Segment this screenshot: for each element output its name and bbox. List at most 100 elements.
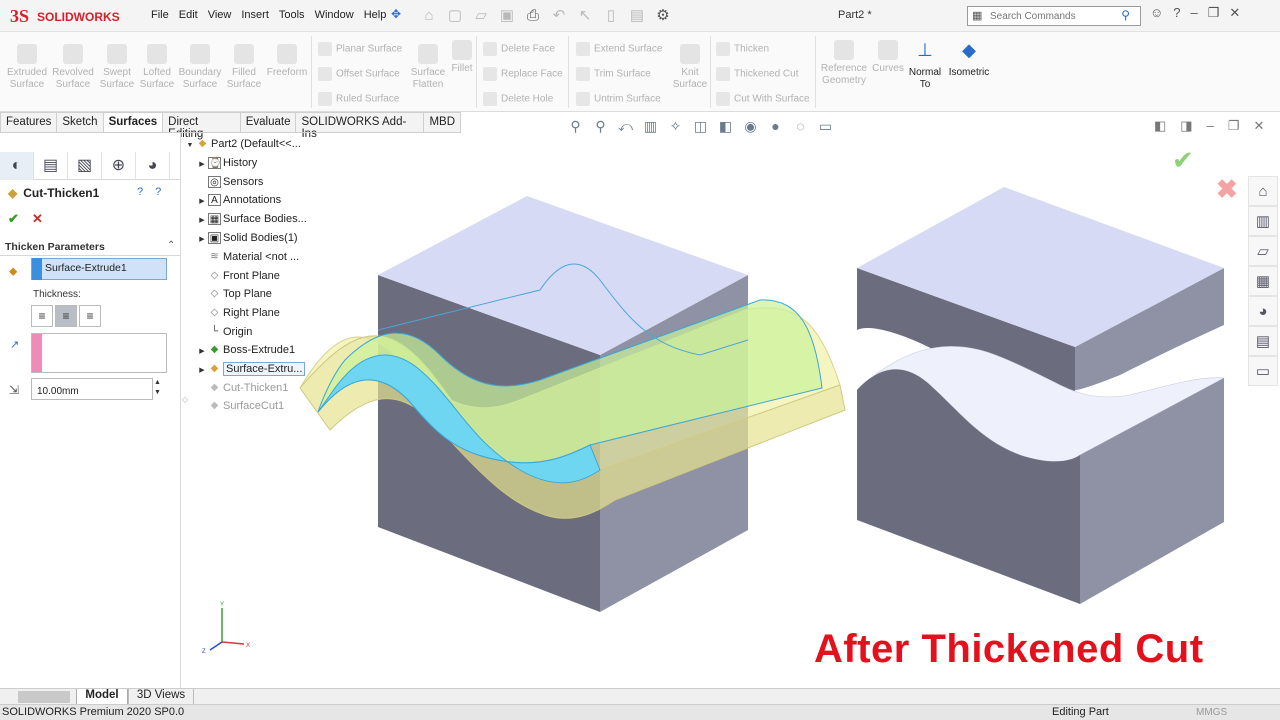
tab-features[interactable]: Features [0,112,58,133]
replace-face-button[interactable]: Replace Face [483,67,563,81]
menu-file[interactable]: File [146,9,174,21]
search-scope-icon[interactable]: ▦ [972,9,982,22]
search-icon[interactable]: ⚲ [1121,8,1130,22]
thicken-side1-button[interactable]: ≡ [31,305,53,327]
manager-tabs: ◐ ▤ ▧ ⊕ ◕ [0,152,181,180]
help-icon[interactable]: ? [1173,5,1180,21]
print-icon[interactable]: ⎙ [522,5,544,27]
curves-button[interactable]: Curves [871,40,905,75]
undo-icon[interactable]: ↶ [548,5,570,27]
menu-help[interactable]: Help [359,9,392,21]
thickness-input[interactable] [31,378,153,400]
save-icon[interactable]: ▣ [496,5,518,27]
tab-surfaces[interactable]: Surfaces [102,112,164,133]
file-properties-icon[interactable]: ▤ [626,5,648,27]
tab-sketch[interactable]: Sketch [56,112,104,133]
tab-direct-editing[interactable]: Direct Editing [162,112,241,140]
options-gear-icon[interactable]: ⚙ [652,5,674,27]
menu-edit[interactable]: Edit [174,9,203,21]
planar-surface-button[interactable]: Planar Surface [318,42,402,56]
user-icon[interactable]: ☺ [1150,5,1163,21]
cancel-x-button[interactable]: ✕ [32,211,43,227]
thickened-cut-button[interactable]: Thickened Cut [716,67,798,81]
search-input[interactable] [990,7,1110,25]
minimize-icon[interactable]: – [1191,5,1198,21]
viewport-minimize-icon[interactable]: – [1207,118,1214,134]
design-library-icon[interactable]: ▥ [1248,206,1278,236]
lofted-surface-button[interactable]: Lofted Surface [137,44,177,91]
menu-window[interactable]: Window [310,9,359,21]
extruded-surface-button[interactable]: Extruded Surface [6,44,48,91]
solidworks-resources-icon[interactable]: ⌂ [1248,176,1278,206]
boundary-surface-button[interactable]: Boundary Surface [178,44,222,91]
untrim-surface-button[interactable]: Untrim Surface [576,92,661,106]
new-document-icon[interactable]: ▢ [444,5,466,27]
home-icon[interactable]: ⌂ [418,5,440,27]
tab-solidworks-add-ins[interactable]: SOLIDWORKS Add-Ins [295,112,425,140]
help-circle-icon[interactable]: ? [155,186,161,198]
delete-face-button[interactable]: Delete Face [483,42,555,56]
tab-model[interactable]: Model [76,689,128,705]
thicken-parameters-header[interactable]: Thicken Parameters [5,241,105,253]
restore-icon[interactable]: ❐ [1208,5,1220,21]
trim-surface-button[interactable]: Trim Surface [576,67,651,81]
viewport-split-left-icon[interactable]: ◧ [1154,118,1166,134]
delete-hole-button[interactable]: Delete Hole [483,92,553,106]
confirm-check-icon[interactable]: ✔ [1172,145,1194,176]
select-icon[interactable]: ↖ [574,5,596,27]
custom-properties-icon[interactable]: ▤ [1248,326,1278,356]
thicken-side2-button[interactable]: ≡ [79,305,101,327]
menu-view[interactable]: View [203,9,237,21]
lofted-surface-icon [147,44,167,64]
whats-wrong-icon[interactable]: ? [137,186,143,198]
menu-tools[interactable]: Tools [274,9,310,21]
freeform-button[interactable]: Freeform [265,44,309,79]
fillet-button[interactable]: Fillet [449,40,475,75]
normal-to-button[interactable]: ⊥ Normal To [906,41,944,91]
cut-with-surface-button[interactable]: Cut With Surface [716,92,810,106]
viewport-restore-icon[interactable]: ❐ [1228,118,1240,134]
forum-icon[interactable]: ▭ [1248,356,1278,386]
swept-surface-button[interactable]: Swept Surface [97,44,137,91]
search-commands[interactable]: ▦ ⚲ [967,6,1141,26]
surface-selection-box[interactable]: Surface-Extrude1 [31,258,167,280]
viewport-split-right-icon[interactable]: ◨ [1180,118,1192,134]
open-icon[interactable]: ▱ [470,5,492,27]
viewport-close-icon[interactable]: ✕ [1253,118,1264,134]
isometric-button[interactable]: ◆ Isometric [946,41,992,79]
thicken-button[interactable]: Thicken [716,42,769,56]
revolved-surface-button[interactable]: Revolved Surface [52,44,94,91]
ok-check-button[interactable]: ✔ [8,211,19,227]
view-palette-icon[interactable]: ▦ [1248,266,1278,296]
tab-mbd[interactable]: MBD [423,112,461,133]
dimxpert-icon[interactable]: ⊕ [102,152,136,180]
menu-insert[interactable]: Insert [236,9,274,21]
file-explorer-icon[interactable]: ▱ [1248,236,1278,266]
filled-surface-button[interactable]: Filled Surface [224,44,264,91]
solidworks-logo[interactable]: 3S SOLIDWORKS [10,4,130,28]
feature-manager-icon[interactable]: ◐ [0,152,34,180]
direction-selection-box[interactable] [31,333,167,373]
close-icon[interactable]: ✕ [1229,5,1240,21]
reference-geometry-button[interactable]: Reference Geometry [820,40,868,87]
tab-scroll-buttons[interactable] [18,691,70,703]
tab-3d-views[interactable]: 3D Views [128,689,194,705]
property-manager-icon[interactable]: ▤ [34,152,68,180]
rebuild-icon[interactable]: ▯ [600,5,622,27]
status-units[interactable]: MMGS [1196,707,1227,718]
ruled-surface-button[interactable]: Ruled Surface [318,92,399,106]
pin-icon[interactable]: ✥ [391,7,401,21]
offset-surface-button[interactable]: Offset Surface [318,67,400,81]
surface-flatten-button[interactable]: Surface Flatten [409,44,447,91]
thicken-both-sides-button[interactable]: ≡ [55,305,77,327]
display-manager-icon[interactable]: ◕ [136,152,170,180]
collapse-chevron-icon[interactable]: ⌃ [167,240,175,251]
configuration-manager-icon[interactable]: ▧ [68,152,102,180]
knit-surface-button[interactable]: Knit Surface [670,44,710,91]
appearances-icon[interactable]: ◕ [1248,296,1278,326]
extend-surface-button[interactable]: Extend Surface [576,42,662,56]
confirm-cancel-icon[interactable]: ✖ [1216,174,1238,205]
graphics-area[interactable]: Y X Z [182,133,1248,688]
tab-evaluate[interactable]: Evaluate [239,112,297,133]
thickness-spinner[interactable]: ▲ ▼ [154,378,161,398]
